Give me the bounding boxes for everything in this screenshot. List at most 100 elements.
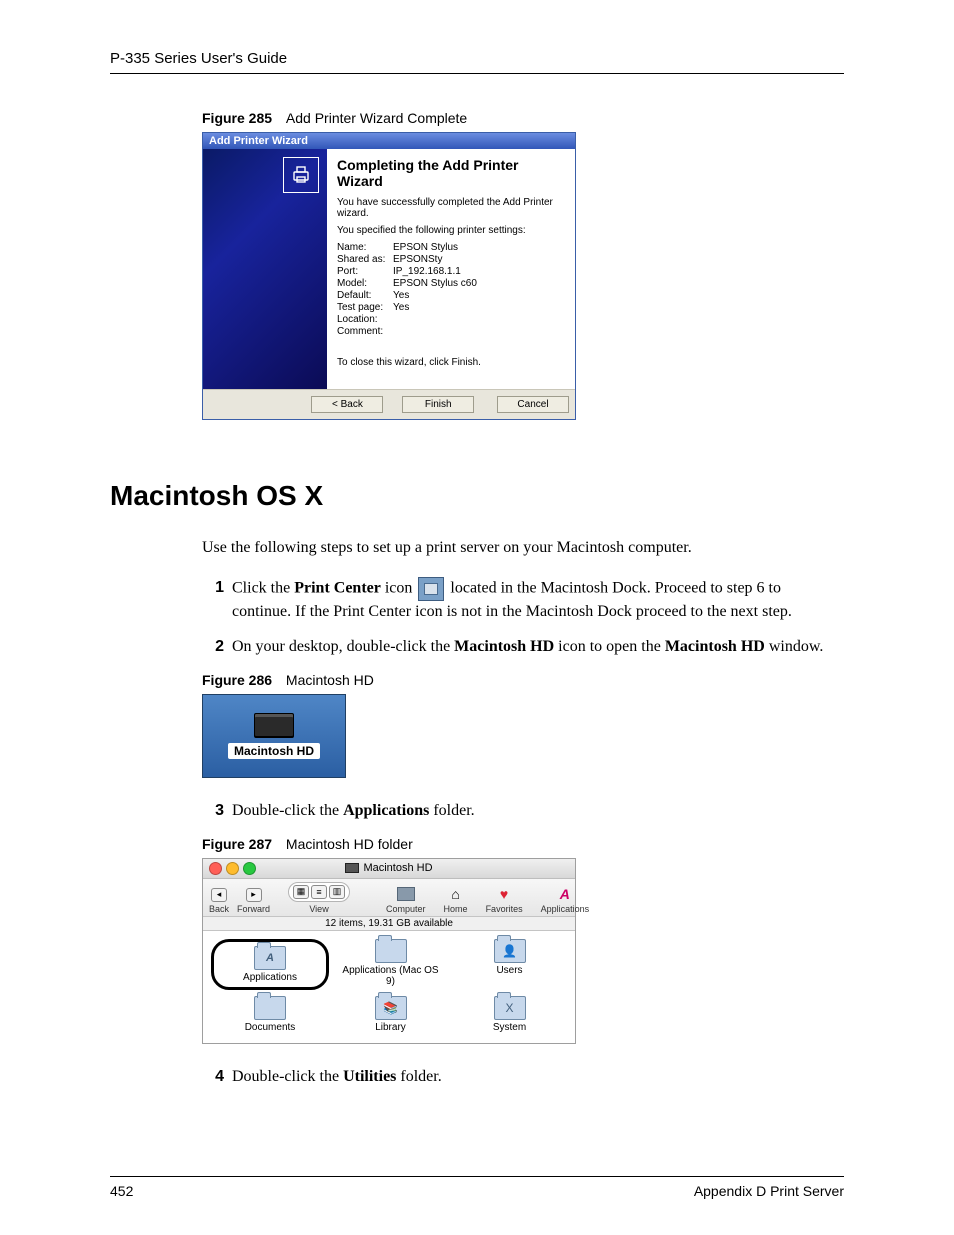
figure-287-caption-bold: Figure 287 — [202, 836, 272, 852]
macintosh-hd-desktop-icon[interactable]: Macintosh HD — [202, 694, 346, 778]
finder-status-bar: 12 items, 19.31 GB available — [203, 917, 575, 931]
folder-documents[interactable]: Documents — [220, 996, 320, 1033]
forward-arrow-icon: ▸ — [246, 888, 262, 902]
print-center-icon — [418, 577, 444, 601]
folder-applications[interactable]: A Applications — [211, 939, 329, 990]
folder-label: System — [493, 1022, 526, 1033]
folder-library[interactable]: 📚 Library — [341, 996, 441, 1033]
add-printer-wizard-window: Add Printer Wizard Completing the Add Pr… — [202, 132, 576, 420]
wizard-footer: < Back Finish Cancel — [203, 389, 575, 419]
step-4-number: 4 — [202, 1066, 224, 1088]
applications-button[interactable]: AApplications — [541, 886, 590, 914]
cancel-button[interactable]: Cancel — [497, 396, 569, 413]
page-number: 452 — [110, 1183, 133, 1199]
folder-applications-os9[interactable]: Applications (Mac OS 9) — [341, 939, 441, 990]
step-4-bold-utilities: Utilities — [343, 1068, 396, 1085]
running-header: P-335 Series User's Guide — [110, 50, 844, 74]
finder-window: Macintosh HD ◂Back ▸Forward ▦ ≡ ▥ View C… — [202, 858, 576, 1044]
folder-icon: 👤 — [494, 939, 526, 963]
figure-286-caption-bold: Figure 286 — [202, 672, 272, 688]
printer-icon — [283, 157, 319, 193]
finder-titlebar: Macintosh HD — [203, 859, 575, 879]
wizard-row-test: Test page:Yes — [337, 302, 565, 313]
section-heading-macintosh-osx: Macintosh OS X — [110, 480, 844, 512]
wizard-close-hint: To close this wizard, click Finish. — [337, 357, 565, 368]
step-3-text-c: folder. — [429, 802, 474, 819]
step-2-bold-hd2: Macintosh HD — [665, 638, 765, 655]
step-2-text-a: On your desktop, double-click the — [232, 638, 454, 655]
step-1-number: 1 — [202, 577, 224, 623]
wizard-success-text: You have successfully completed the Add … — [337, 197, 565, 219]
icon-view-icon: ▦ — [293, 885, 309, 899]
wizard-sidebar-art — [203, 149, 327, 389]
step-2-text-c: icon to open the — [554, 638, 665, 655]
folder-icon: X — [494, 996, 526, 1020]
wizard-row-shared: Shared as:EPSONSty — [337, 254, 565, 265]
figure-285-caption-text: Add Printer Wizard Complete — [286, 110, 467, 126]
figure-287-caption-text: Macintosh HD folder — [286, 836, 413, 852]
step-2-bold-hd1: Macintosh HD — [454, 638, 554, 655]
finder-icon-grid: A Applications Applications (Mac OS 9) 👤… — [203, 931, 575, 1043]
folder-label: Documents — [245, 1022, 296, 1033]
step-2: 2 On your desktop, double-click the Maci… — [202, 636, 844, 658]
step-3-text-a: Double-click the — [232, 802, 343, 819]
wizard-settings-intro: You specified the following printer sett… — [337, 225, 565, 236]
step-3: 3 Double-click the Applications folder. — [202, 800, 844, 822]
folder-icon: A — [254, 946, 286, 970]
column-view-icon: ▥ — [329, 885, 345, 899]
step-4-text-c: folder. — [396, 1068, 441, 1085]
step-3-number: 3 — [202, 800, 224, 822]
macintosh-hd-label: Macintosh HD — [228, 743, 320, 759]
step-2-text-e: window. — [765, 638, 824, 655]
figure-286-caption-text: Macintosh HD — [286, 672, 374, 688]
computer-icon — [397, 887, 415, 901]
computer-button[interactable]: Computer — [386, 886, 426, 914]
figure-286-caption: Figure 286 Macintosh HD — [202, 672, 844, 688]
hard-drive-mini-icon — [345, 863, 359, 873]
figure-285-caption-bold: Figure 285 — [202, 110, 272, 126]
finder-window-title: Macintosh HD — [203, 862, 575, 874]
wizard-row-name: Name:EPSON Stylus — [337, 242, 565, 253]
folder-icon — [254, 996, 286, 1020]
step-1-text-c: icon — [381, 579, 417, 596]
folder-label: Library — [375, 1022, 406, 1033]
finder-toolbar: ◂Back ▸Forward ▦ ≡ ▥ View Computer ⌂Home… — [203, 879, 575, 917]
step-2-number: 2 — [202, 636, 224, 658]
forward-button[interactable]: ▸Forward — [237, 888, 270, 914]
step-1-text-a: Click the — [232, 579, 294, 596]
folder-label: Users — [496, 965, 522, 976]
home-icon: ⌂ — [446, 886, 466, 902]
wizard-row-model: Model:EPSON Stylus c60 — [337, 278, 565, 289]
finish-button[interactable]: Finish — [402, 396, 474, 413]
figure-285-caption: Figure 285 Add Printer Wizard Complete — [202, 110, 844, 126]
wizard-titlebar: Add Printer Wizard — [203, 133, 575, 149]
step-3-bold-applications: Applications — [343, 802, 429, 819]
favorites-button[interactable]: ♥Favorites — [486, 886, 523, 914]
step-4-text-a: Double-click the — [232, 1068, 343, 1085]
heart-icon: ♥ — [494, 886, 514, 902]
folder-icon: 📚 — [375, 996, 407, 1020]
back-button[interactable]: < Back — [311, 396, 383, 413]
folder-icon — [375, 939, 407, 963]
footer-section-label: Appendix D Print Server — [694, 1183, 844, 1199]
folder-users[interactable]: 👤 Users — [460, 939, 560, 990]
wizard-row-comment: Comment: — [337, 326, 565, 337]
home-button[interactable]: ⌂Home — [444, 886, 468, 914]
folder-system[interactable]: X System — [460, 996, 560, 1033]
folder-label: Applications (Mac OS 9) — [341, 965, 441, 987]
wizard-row-default: Default:Yes — [337, 290, 565, 301]
folder-label: Applications — [243, 972, 297, 983]
list-view-icon: ≡ — [311, 885, 327, 899]
view-switcher[interactable]: ▦ ≡ ▥ View — [288, 882, 350, 914]
back-arrow-icon: ◂ — [211, 888, 227, 902]
hard-drive-icon — [254, 713, 294, 737]
wizard-heading: Completing the Add Printer Wizard — [337, 157, 565, 189]
wizard-row-location: Location: — [337, 314, 565, 325]
back-button[interactable]: ◂Back — [209, 888, 229, 914]
applications-a-icon: A — [555, 886, 575, 902]
figure-287-caption: Figure 287 Macintosh HD folder — [202, 836, 844, 852]
intro-paragraph: Use the following steps to set up a prin… — [202, 538, 844, 559]
step-1-bold-print-center: Print Center — [294, 579, 381, 596]
step-1: 1 Click the Print Center icon located in… — [202, 577, 844, 623]
wizard-row-port: Port:IP_192.168.1.1 — [337, 266, 565, 277]
